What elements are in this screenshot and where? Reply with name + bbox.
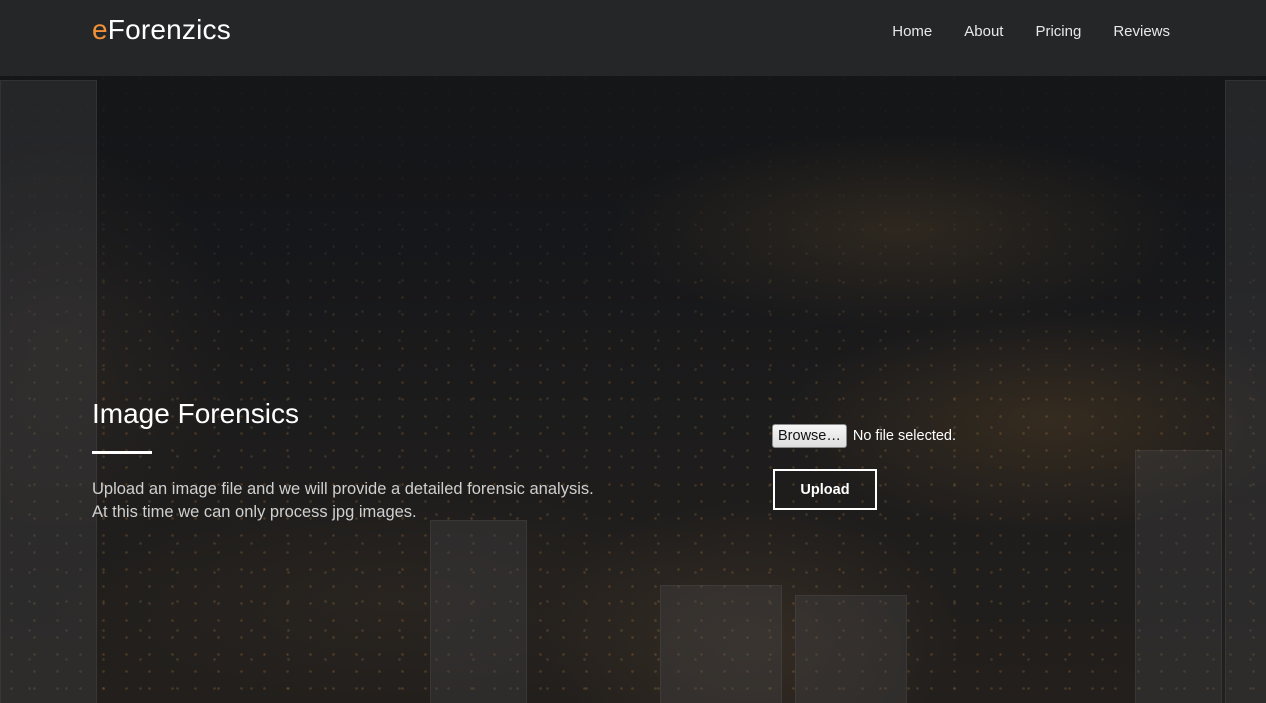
browse-button[interactable]: Browse… [772, 424, 847, 448]
brand-logo[interactable]: eForenzics [92, 14, 231, 46]
nav-reviews-link[interactable]: Reviews [1097, 20, 1186, 44]
building [1135, 450, 1222, 703]
building [0, 80, 97, 703]
description-line-2: At this time we can only process jpg ima… [92, 503, 417, 521]
description-line-1: Upload an image file and we will provide… [92, 480, 594, 498]
building [795, 595, 907, 703]
title-underline [92, 451, 152, 454]
brand-name: Forenzics [107, 14, 231, 45]
building [430, 520, 527, 703]
file-status-text: No file selected. [852, 428, 957, 444]
building [1225, 80, 1266, 703]
top-navbar: eForenzics Home About Pricing Reviews [0, 0, 1266, 76]
city-night-background [0, 0, 1266, 703]
file-input[interactable]: Browse… No file selected. [772, 424, 956, 448]
upload-button[interactable]: Upload [773, 469, 877, 510]
brand-prefix: e [92, 14, 108, 45]
nav-pricing-link[interactable]: Pricing [1019, 20, 1097, 44]
city-lights [0, 0, 1266, 703]
hero-section: Image Forensics Upload an image file and… [92, 396, 692, 524]
main-nav: Home About Pricing Reviews [876, 20, 1186, 44]
hero-description: Upload an image file and we will provide… [92, 478, 692, 524]
building [660, 585, 782, 703]
nav-home-link[interactable]: Home [876, 20, 948, 44]
page-title: Image Forensics [92, 398, 299, 429]
nav-about-link[interactable]: About [948, 20, 1019, 44]
